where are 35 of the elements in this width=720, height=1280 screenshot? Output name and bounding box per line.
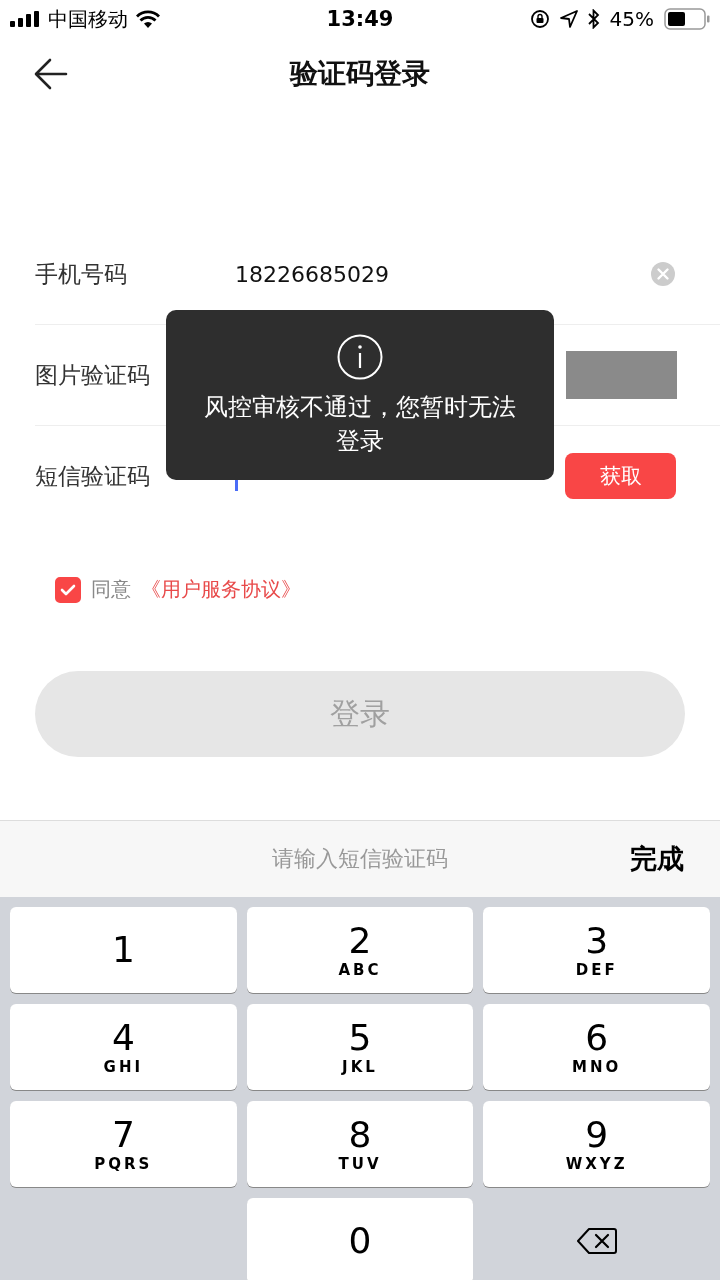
digit-key[interactable]: 0 <box>246 1198 474 1280</box>
digit-key[interactable]: 3 DEF <box>483 907 710 993</box>
backspace-icon[interactable] <box>576 1227 617 1255</box>
checkmark-icon <box>60 583 76 596</box>
digit-key[interactable]: 4 GHI <box>10 1004 237 1090</box>
signal-icon <box>10 11 40 27</box>
page-title: 验证码登录 <box>290 56 430 92</box>
agree-label: 同意 <box>91 576 131 603</box>
done-button[interactable]: 完成 <box>630 841 684 877</box>
digit-key[interactable]: 1 <box>10 907 237 993</box>
field-label: 图片验证码 <box>35 360 151 390</box>
clock-time: 13:49 <box>326 7 394 31</box>
digit-key[interactable]: 6 MNO <box>483 1004 710 1090</box>
digit-key[interactable]: 2 ABC <box>246 907 474 993</box>
digit-key[interactable]: 8 TUV <box>246 1101 474 1187</box>
bluetooth-icon <box>587 9 600 29</box>
info-icon <box>337 334 383 380</box>
phone-field[interactable]: 18226685029 <box>235 259 650 289</box>
battery-percent: 45% <box>609 7 654 31</box>
carrier-name: 中国移动 <box>48 5 128 33</box>
get-code-button[interactable]: 获取 <box>565 453 676 499</box>
digit-key[interactable]: 9 WXYZ <box>483 1101 710 1187</box>
agreement-link[interactable]: 《用户服务协议》 <box>141 576 301 603</box>
digit-key[interactable]: 7 PQRS <box>10 1101 237 1187</box>
battery-icon <box>664 8 710 30</box>
wifi-icon <box>136 10 160 28</box>
field-label: 手机号码 <box>35 259 128 289</box>
toast-message: 风控审核不通过，您暂时无法登录 <box>203 392 517 457</box>
field-label: 短信验证码 <box>35 461 151 491</box>
input-hint: 请输入短信验证码 <box>272 845 448 873</box>
rotation-lock-icon <box>529 9 550 29</box>
back-arrow-icon[interactable] <box>34 57 68 91</box>
location-arrow-icon <box>559 10 578 28</box>
agree-checkbox[interactable] <box>55 576 81 603</box>
digit-key[interactable]: 5 JKL <box>246 1004 474 1090</box>
